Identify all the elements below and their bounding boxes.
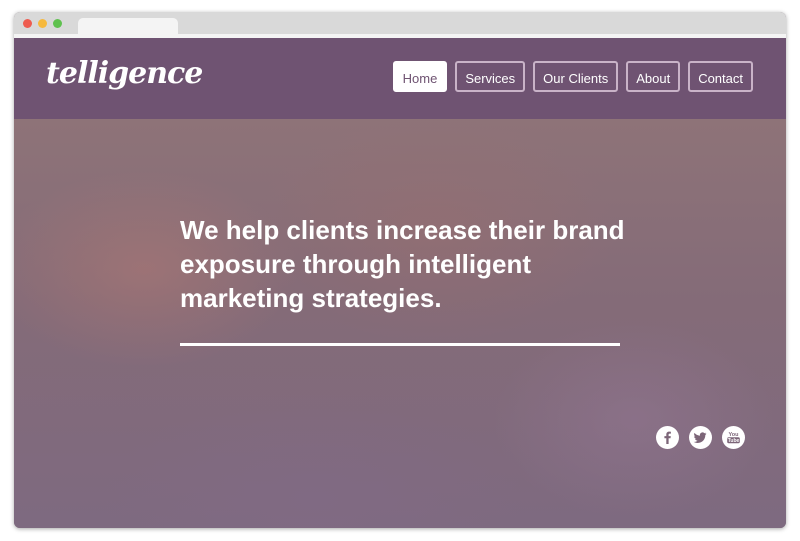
facebook-icon[interactable] xyxy=(656,426,679,449)
svg-text:Tube: Tube xyxy=(728,438,740,444)
nav-services-button[interactable]: Services xyxy=(455,61,526,92)
main-nav: Home Services Our Clients About Contact xyxy=(392,61,753,92)
hero-divider xyxy=(180,343,620,346)
nav-our-clients-button[interactable]: Our Clients xyxy=(533,61,619,92)
browser-titlebar xyxy=(14,12,786,38)
social-links: You Tube xyxy=(656,426,745,449)
youtube-icon[interactable]: You Tube xyxy=(722,426,745,449)
close-window-button[interactable] xyxy=(23,19,32,28)
site-header: telligence Home Services Our Clients Abo… xyxy=(14,38,786,119)
hero-section: We help clients increase their brand exp… xyxy=(14,119,786,528)
site-logo[interactable]: telligence xyxy=(46,56,203,91)
minimize-window-button[interactable] xyxy=(38,19,47,28)
nav-contact-button[interactable]: Contact xyxy=(688,61,753,92)
maximize-window-button[interactable] xyxy=(53,19,62,28)
hero-headline: We help clients increase their brand exp… xyxy=(180,215,625,313)
twitter-icon[interactable] xyxy=(689,426,712,449)
browser-window: telligence Home Services Our Clients Abo… xyxy=(14,12,786,528)
nav-about-button[interactable]: About xyxy=(626,61,681,92)
nav-home-button[interactable]: Home xyxy=(392,61,448,92)
